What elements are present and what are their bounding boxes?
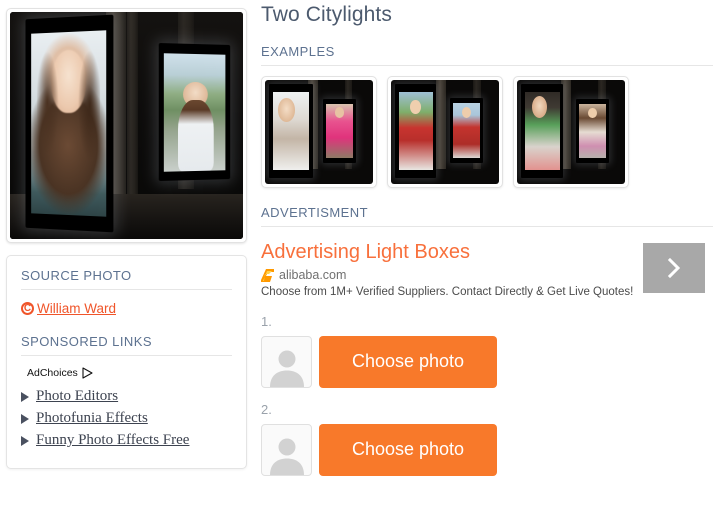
page-title: Two Citylights: [261, 3, 392, 26]
photo-thumbnail-placeholder-1[interactable]: [261, 335, 312, 388]
source-photo-author-row[interactable]: C William Ward: [21, 301, 232, 316]
scene-background: [10, 12, 243, 239]
portrait-image: [524, 91, 561, 171]
scene-pillar: [126, 12, 139, 194]
billboard-primary: [25, 14, 113, 233]
triangle-bullet-icon: [21, 413, 29, 424]
triangle-bullet-icon: [21, 435, 29, 446]
step-row: Choose photo: [261, 335, 713, 388]
billboard-secondary: [576, 98, 609, 164]
choose-photo-label: Choose photo: [351, 439, 465, 460]
alibaba-favicon: [261, 268, 274, 282]
sponsored-links-heading: SPONSORED LINKS: [21, 334, 232, 356]
portrait-image: [31, 29, 107, 217]
billboard-primary: [521, 84, 564, 178]
sponsored-link-label: Funny Photo Effects Free: [36, 432, 190, 448]
preview-image-frame: [6, 8, 247, 243]
billboard-primary: [269, 84, 313, 178]
sidebar-panel: SOURCE PHOTO C William Ward SPONSORED LI…: [6, 255, 247, 469]
photo-step-2: 2. Choose photo: [261, 402, 713, 476]
left-column: SOURCE PHOTO C William Ward SPONSORED LI…: [6, 8, 249, 469]
source-photo-author-link[interactable]: William Ward: [37, 301, 116, 316]
person-placeholder-icon: [266, 345, 308, 387]
adchoices-badge[interactable]: AdChoices: [27, 367, 232, 379]
sponsored-link-item[interactable]: Photo Editors: [21, 388, 232, 405]
portrait-image: [398, 91, 434, 171]
source-photo-heading: SOURCE PHOTO: [21, 268, 232, 290]
photo-step-1: 1. Choose photo: [261, 314, 713, 388]
adchoices-triangle-icon: [82, 367, 93, 379]
advertisement-block: Advertising Light Boxes alibaba.com Choo…: [261, 241, 713, 300]
advertisement-next-button[interactable]: [643, 243, 705, 293]
example-thumbnail-1[interactable]: [261, 76, 377, 188]
preview-image: [10, 12, 243, 239]
step-row: Choose photo: [261, 423, 713, 476]
choose-photo-button-1[interactable]: Choose photo: [319, 335, 497, 388]
billboard-panel: [163, 52, 226, 172]
choose-photo-label: Choose photo: [351, 351, 465, 372]
creative-commons-icon: C: [21, 302, 34, 315]
billboard-secondary: [158, 42, 231, 181]
portrait-image: [325, 103, 354, 159]
step-number: 2.: [261, 401, 272, 417]
portrait-image: [272, 91, 310, 171]
example-thumbnail-image: [265, 80, 373, 184]
app-root: SOURCE PHOTO C William Ward SPONSORED LI…: [0, 0, 717, 521]
billboard-panel: [31, 29, 107, 217]
step-number: 1.: [261, 313, 272, 329]
sponsored-link-label: Photo Editors: [36, 388, 119, 404]
person-placeholder-icon: [266, 433, 308, 475]
right-column: Two Citylights EXAMPLES ADVERTISMENT Adv…: [261, 0, 713, 476]
example-thumbnail-2[interactable]: [387, 76, 503, 188]
portrait-image: [163, 52, 226, 172]
portrait-image: [452, 102, 481, 158]
example-thumbnail-image: [391, 80, 499, 184]
choose-photo-button-2[interactable]: Choose photo: [319, 423, 497, 476]
advertisement-domain: alibaba.com: [279, 268, 347, 282]
sponsored-link-item[interactable]: Funny Photo Effects Free: [21, 432, 232, 449]
examples-heading: EXAMPLES: [261, 44, 713, 66]
billboard-primary: [395, 84, 437, 178]
triangle-bullet-icon: [21, 391, 29, 402]
photo-thumbnail-placeholder-2[interactable]: [261, 423, 312, 476]
sponsored-links-list: Photo Editors Photofunia Effects Funny P…: [21, 388, 232, 449]
billboard-secondary: [323, 98, 356, 164]
sponsored-link-item[interactable]: Photofunia Effects: [21, 410, 232, 427]
portrait-image: [578, 103, 607, 159]
example-thumbnail-image: [517, 80, 625, 184]
chevron-right-icon: [664, 256, 684, 280]
examples-gallery: [261, 76, 713, 188]
example-thumbnail-3[interactable]: [513, 76, 629, 188]
advertisement-heading: ADVERTISMENT: [261, 205, 713, 227]
adchoices-label: AdChoices: [27, 367, 78, 379]
scene-pillar: [436, 80, 447, 170]
billboard-secondary: [450, 97, 483, 164]
sponsored-link-label: Photofunia Effects: [36, 410, 148, 426]
